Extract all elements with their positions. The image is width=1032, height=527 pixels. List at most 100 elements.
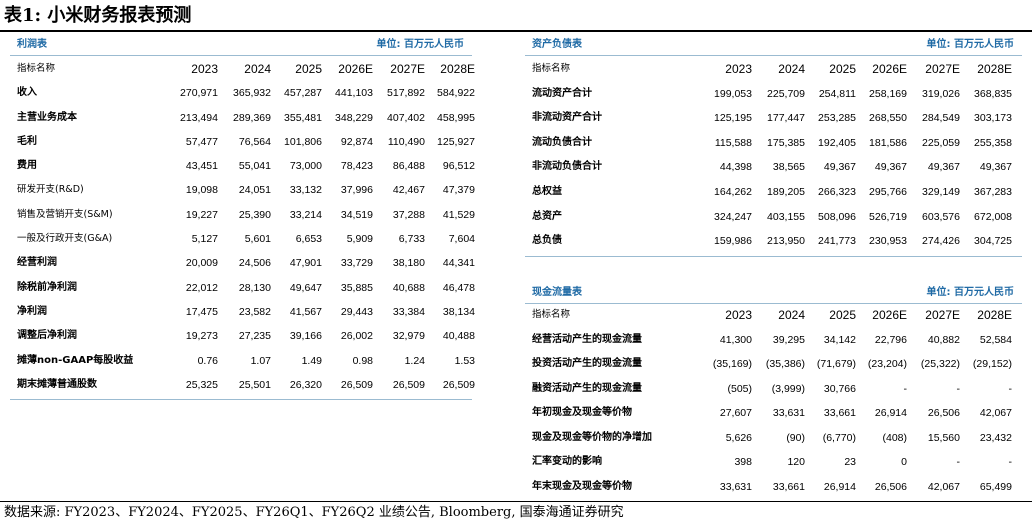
cell-value: 5,909 bbox=[346, 233, 373, 246]
cell-value: 101,806 bbox=[284, 135, 322, 148]
cell-value: 32,979 bbox=[392, 330, 425, 343]
cell-value: 213,950 bbox=[767, 235, 805, 248]
cell-value: 25,501 bbox=[238, 378, 271, 391]
column-header-year: 2026E bbox=[872, 308, 907, 322]
column-header-year: 2023 bbox=[191, 62, 218, 76]
cell-value: 47,901 bbox=[289, 257, 322, 270]
cell-value: 230,953 bbox=[869, 235, 907, 248]
table-row: 经营活动产生的现金流量 41,300 39,295 34,142 22,796 40,88… bbox=[525, 328, 1022, 353]
cell-value: 47,379 bbox=[442, 184, 475, 197]
balance-sheet-header: 资产负债表 单位: 百万元人民币 bbox=[525, 34, 1022, 56]
table-row: 年末现金及现金等价物 33,631 33,661 26,914 26,506 42,067… bbox=[525, 475, 1022, 500]
cell-value: 76,564 bbox=[238, 135, 271, 148]
cell-value: 192,405 bbox=[818, 136, 856, 149]
cell-value: 324,247 bbox=[714, 210, 752, 223]
table-row: 研发开支(R&D) 19,098 24,051 33,132 37,996 42,467 4… bbox=[10, 178, 475, 202]
cell-value: 29,443 bbox=[340, 305, 373, 318]
cell-value: 584,922 bbox=[437, 87, 475, 100]
cell-value: 86,488 bbox=[392, 160, 425, 173]
cell-value: 30,766 bbox=[823, 382, 856, 395]
cell-value: 5,127 bbox=[191, 233, 218, 246]
column-header-indicator: 指标名称 bbox=[532, 309, 571, 320]
cell-value: 407,402 bbox=[387, 111, 425, 124]
cell-value: (6,770) bbox=[822, 431, 856, 444]
income-statement-title: 利润表 bbox=[17, 39, 47, 50]
row-label: 非流动资产合计 bbox=[532, 112, 602, 124]
cell-value: 38,565 bbox=[772, 161, 805, 174]
row-label: 年末现金及现金等价物 bbox=[532, 480, 632, 492]
cell-value: 1.24 bbox=[404, 354, 425, 367]
cell-value: 33,729 bbox=[340, 257, 373, 270]
cell-value: 23,582 bbox=[238, 305, 271, 318]
cell-value: 35,885 bbox=[340, 281, 373, 294]
cell-value: 284,549 bbox=[922, 112, 960, 125]
cell-value: 42,467 bbox=[392, 184, 425, 197]
cell-value: 258,169 bbox=[869, 87, 907, 100]
cell-value: - bbox=[1008, 456, 1013, 468]
cell-value: 253,285 bbox=[818, 112, 856, 125]
income-panel-bottom-border bbox=[10, 399, 472, 400]
column-header-year: 2028E bbox=[977, 62, 1012, 76]
cell-value: 24,051 bbox=[238, 184, 271, 197]
cell-value: 34,519 bbox=[340, 208, 373, 221]
cell-value: 1.53 bbox=[454, 354, 475, 367]
cell-value: 367,283 bbox=[974, 185, 1012, 198]
table-row: 非流动负债合计 44,398 38,565 49,367 49,367 49,367 49,… bbox=[525, 155, 1022, 180]
cell-value: 33,661 bbox=[772, 480, 805, 493]
row-label: 融资活动产生的现金流量 bbox=[532, 382, 642, 394]
row-label: 销售及营销开支(S&M) bbox=[17, 208, 113, 220]
balance-sheet-unit: 单位: 百万元人民币 bbox=[926, 39, 1014, 50]
cash-flow-unit: 单位: 百万元人民币 bbox=[926, 287, 1014, 298]
cell-value: 110,490 bbox=[387, 135, 425, 148]
row-label: 投资活动产生的现金流量 bbox=[532, 358, 642, 369]
table-row: 调整后净利润 19,273 27,235 39,166 26,002 32,979 40,4… bbox=[10, 324, 475, 348]
cell-value: 23,432 bbox=[979, 431, 1012, 444]
cash-flow-table: 指标名称 2023 2024 2025 2026E 2027E 2028E 经营活动产生的现金… bbox=[525, 303, 1022, 499]
row-label: 除税前净利润 bbox=[17, 281, 77, 293]
cell-value: 26,914 bbox=[874, 407, 907, 419]
cell-value: 44,398 bbox=[719, 161, 752, 174]
cell-value: 274,426 bbox=[922, 235, 960, 248]
cell-value: 96,512 bbox=[442, 160, 475, 173]
balance-panel-bottom-border bbox=[525, 256, 1022, 257]
cell-value: 241,773 bbox=[818, 235, 856, 248]
cell-value: 526,719 bbox=[869, 210, 907, 223]
cell-value: 39,295 bbox=[772, 333, 805, 346]
cell-value: 49,367 bbox=[979, 161, 1012, 174]
table-row: 总资产 324,247 403,155 508,096 526,719 603,576 67… bbox=[525, 205, 1022, 230]
row-label: 一般及行政开支(G&A) bbox=[17, 233, 113, 245]
column-header-year: 2024 bbox=[778, 308, 805, 322]
cell-value: 25,390 bbox=[238, 208, 271, 221]
cell-value: 43,451 bbox=[185, 160, 218, 173]
cell-value: 40,688 bbox=[392, 281, 425, 294]
cell-value: (25,322) bbox=[920, 358, 960, 370]
column-header-year: 2024 bbox=[244, 62, 271, 76]
table-row: 融资活动产生的现金流量 (505) (3,999) 30,766 - - - bbox=[525, 377, 1022, 402]
cell-value: 27,607 bbox=[719, 407, 752, 419]
cell-value: 33,384 bbox=[392, 305, 425, 318]
cell-value: 1.49 bbox=[301, 354, 322, 367]
cell-value: 27,235 bbox=[238, 330, 271, 343]
table-row: 年初现金及现金等价物 27,607 33,631 33,661 26,914 26,506… bbox=[525, 401, 1022, 426]
cell-value: (90) bbox=[786, 431, 805, 444]
cell-value: 255,358 bbox=[974, 136, 1012, 149]
table-row: 总权益 164,262 189,205 266,323 295,766 329,149 36… bbox=[525, 180, 1022, 205]
cell-value: 355,481 bbox=[284, 111, 322, 124]
cash-flow-header: 现金流量表 单位: 百万元人民币 bbox=[525, 282, 1022, 304]
cell-value: 33,214 bbox=[289, 208, 322, 221]
cell-value: 458,995 bbox=[437, 111, 475, 124]
cell-value: 295,766 bbox=[869, 185, 907, 198]
cell-value: 0.98 bbox=[352, 354, 373, 367]
column-header-indicator: 指标名称 bbox=[532, 63, 571, 74]
cell-value: 329,149 bbox=[922, 185, 960, 198]
cell-value: 26,320 bbox=[289, 378, 322, 391]
row-label: 毛利 bbox=[17, 135, 37, 147]
cell-value: 0.76 bbox=[197, 354, 218, 367]
cell-value: 26,506 bbox=[927, 407, 960, 419]
column-header-year: 2023 bbox=[725, 308, 752, 322]
balance-sheet-panel: 资产负债表 单位: 百万元人民币 指标名称 2023 2024 2025 2026E 20… bbox=[525, 34, 1022, 258]
cell-value: 28,130 bbox=[238, 281, 271, 294]
cell-value: 26,914 bbox=[823, 480, 856, 493]
cell-value: 0 bbox=[901, 456, 907, 468]
row-label: 经营利润 bbox=[17, 257, 57, 269]
